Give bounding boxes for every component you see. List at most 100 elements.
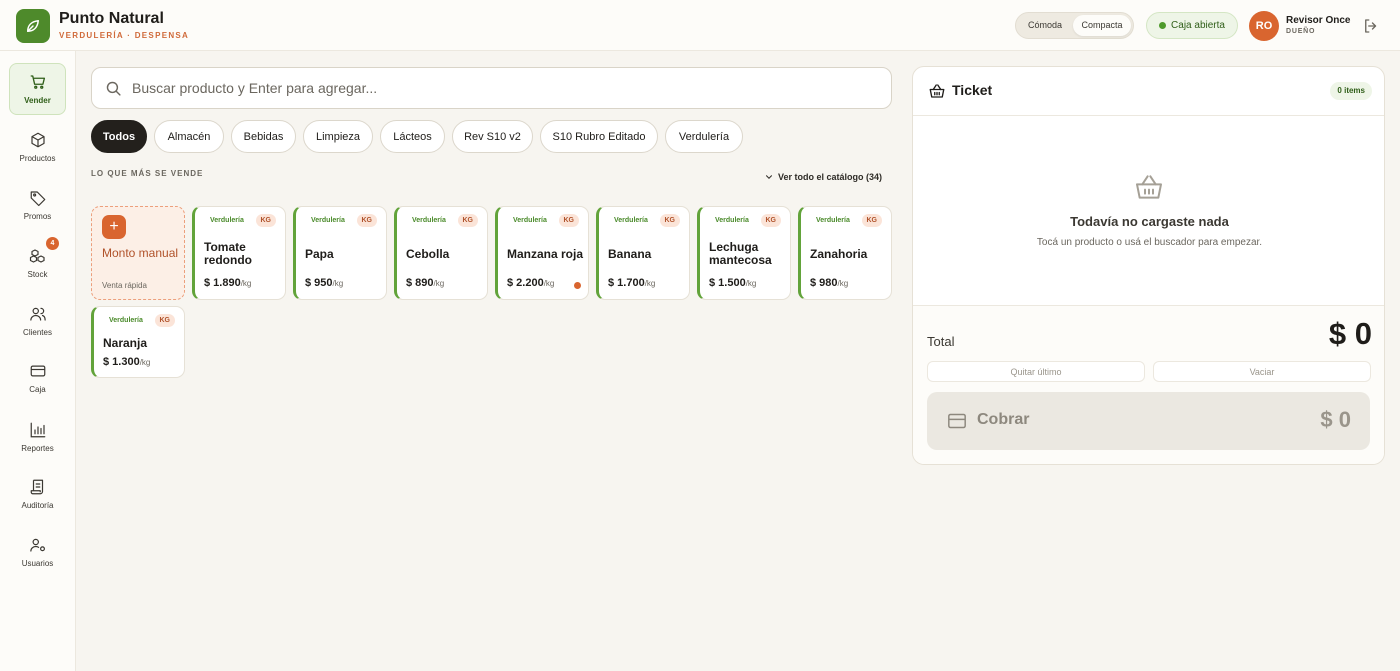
unit-badge: KG [760,214,781,227]
price-value: $ 1.300 [103,356,140,368]
user-role: DUEÑO [1286,28,1316,35]
product-card-papa[interactable]: Verdulería KG Papa $ 950/kg [293,206,387,300]
sidebar-item-reportes[interactable]: Reportes [9,411,66,463]
scroll-icon [30,479,43,495]
sidebar-item-label: Stock [27,270,48,279]
product-card-naranja[interactable]: Verdulería KG Naranja $ 1.300/kg [91,306,185,378]
product-search [91,67,892,109]
unit-badge: KG [457,214,478,227]
brand-subtitle: VERDULERÍA · DESPENSA [59,31,190,40]
product-card-manzana-roja[interactable]: Verdulería KG Manzana roja $ 2.200/kg [495,206,589,300]
price-value: $ 890 [406,277,434,289]
price-value: $ 1.890 [204,277,241,289]
cart-icon [30,75,45,89]
product-price: $ 1.500/kg [709,277,756,289]
product-category: Verdulería [715,217,749,224]
logout-icon[interactable] [1362,17,1380,35]
sidebar-item-vender[interactable]: Vender [9,63,66,115]
card-icon [948,413,966,429]
price-value: $ 980 [810,277,838,289]
product-category: Verdulería [614,217,648,224]
category-chip-todos[interactable]: Todos [91,120,147,153]
category-chip-limpieza[interactable]: Limpieza [303,120,373,153]
remove-last-button[interactable]: Quitar último [927,361,1145,382]
status-dot-icon [1159,22,1167,29]
sidebar-item-label: Usuarios [21,559,54,568]
sidebar-item-auditoria[interactable]: Auditoría [9,468,66,520]
sidebar-item-productos[interactable]: Productos [9,121,66,173]
empty-state-title: Todavía no cargaste nada [1070,214,1229,229]
product-card-zanahoria[interactable]: Verdulería KG Zanahoria $ 980/kg [798,206,892,300]
total-value: $ 0 [1328,316,1372,351]
unit-badge: KG [558,214,579,227]
sidebar-item-clientes[interactable]: Clientes [9,295,66,347]
manual-amount-tile[interactable]: + Monto manual Venta rápida [91,206,185,300]
search-icon [106,81,121,96]
clear-ticket-button[interactable]: Vaciar [1153,361,1371,382]
manual-amount-title: Monto manual [102,246,179,260]
sidebar-item-label: Clientes [23,328,52,337]
price-unit: /kg [543,279,555,288]
price-unit: /kg [139,358,151,367]
density-option-compacta[interactable]: Compacta [1073,15,1131,36]
product-card-cebolla[interactable]: Verdulería KG Cebolla $ 890/kg [394,206,488,300]
chevron-down-icon [765,175,773,179]
ticket-footer: Total $ 0 Quitar último Vaciar Cobrar $ … [913,305,1384,464]
price-value: $ 2.200 [507,277,544,289]
avatar[interactable]: RO [1249,11,1279,41]
density-toggle: Cómoda Compacta [1015,12,1134,39]
users-icon [29,307,46,321]
product-price: $ 1.300/kg [103,356,150,368]
leaf-logo-icon [16,9,50,43]
price-value: $ 1.500 [709,277,746,289]
search-input[interactable] [132,76,872,100]
charge-button[interactable]: Cobrar $ 0 [927,392,1370,450]
product-card-tomate-redondo[interactable]: Verdulería KG Tomate redondo $ 1.890/kg [192,206,286,300]
sidebar-item-stock[interactable]: Stock 4 [9,237,66,289]
category-chip-lacteos[interactable]: Lácteos [380,120,445,153]
top-bar: Punto Natural VERDULERÍA · DESPENSA Cómo… [0,0,1400,51]
cash-status-badge[interactable]: Caja abierta [1146,12,1238,39]
product-name: Papa [305,246,334,261]
sidebar-item-promos[interactable]: Promos [9,179,66,231]
product-category: Verdulería [109,317,143,324]
product-name: Manzana roja [507,246,584,261]
sidebar-item-label: Auditoría [21,501,54,510]
category-chip-rev-s10-v2[interactable]: Rev S10 v2 [452,120,533,153]
sidebar-item-label: Reportes [21,444,54,453]
manual-amount-subtitle: Venta rápida [102,281,147,290]
density-option-comoda[interactable]: Cómoda [1019,15,1071,36]
product-name: Tomate redondo [204,240,252,267]
product-price: $ 980/kg [810,277,848,289]
charge-amount: $ 0 [1320,407,1351,432]
ticket-title: Ticket [952,82,993,98]
ticket-panel: Ticket 0 items Todavía no cargaste nada … [912,66,1385,465]
product-category: Verdulería [513,217,547,224]
product-name: Banana [608,246,652,261]
category-chip-s10-rubro-editado[interactable]: S10 Rubro Editado [540,120,658,153]
empty-state-subtitle: Tocá un producto o usá el buscador para … [1036,237,1263,248]
box-icon [30,132,45,148]
unit-badge: KG [659,214,680,227]
category-chip-bebidas[interactable]: Bebidas [231,120,296,153]
sidebar-item-label: Vender [24,96,51,105]
brand-name: Punto Natural [59,10,164,27]
category-chip-almacen[interactable]: Almacén [154,120,224,153]
product-price: $ 1.890/kg [204,277,251,289]
unit-badge: KG [255,214,276,227]
stock-alert-badge: 4 [46,237,59,250]
unit-badge: KG [154,314,175,327]
sidebar-item-caja[interactable]: Caja [9,352,66,404]
see-all-catalog-link[interactable]: Ver todo el catálogo (34) [764,172,882,182]
boxes-icon [29,249,45,263]
price-unit: /kg [644,279,656,288]
user-cog-icon [29,538,45,552]
see-all-label: Ver todo el catálogo (34) [778,172,883,182]
product-card-banana[interactable]: Verdulería KG Banana $ 1.700/kg [596,206,690,300]
product-price: $ 2.200/kg [507,277,554,289]
sidebar-item-label: Productos [19,154,56,163]
product-card-lechuga-mantecosa[interactable]: Verdulería KG Lechuga mantecosa $ 1.500/… [697,206,791,300]
product-category: Verdulería [311,217,345,224]
sidebar-item-usuarios[interactable]: Usuarios [9,526,66,578]
category-chip-verduleria[interactable]: Verdulería [665,120,743,153]
